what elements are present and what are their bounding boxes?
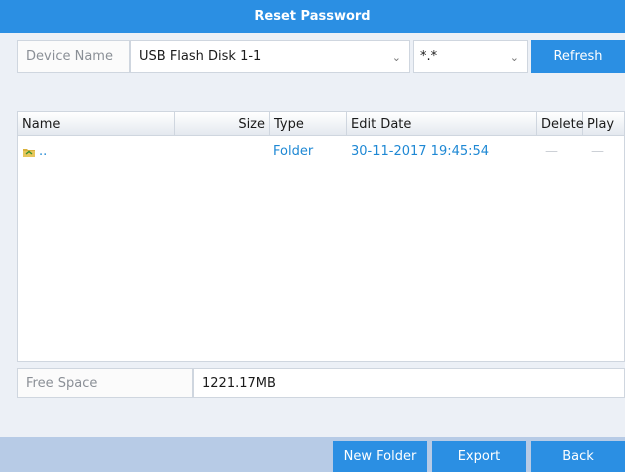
row-edit-date-cell: 30-11-2017 19:45:54 (351, 143, 490, 159)
col-header-edit-date[interactable]: Edit Date (347, 112, 537, 136)
row-play-cell[interactable]: — (591, 140, 621, 162)
free-space-label: Free Space (17, 368, 193, 398)
chevron-down-icon: ⌄ (391, 51, 401, 64)
col-header-delete[interactable]: Delete (537, 112, 584, 136)
table-header: Name Size Type Edit Date Delete Play (18, 112, 624, 136)
col-header-type[interactable]: Type (269, 112, 347, 136)
row-delete-cell[interactable]: — (545, 140, 575, 162)
row-name-cell[interactable]: .. (23, 140, 173, 162)
dialog-title: Reset Password (0, 0, 625, 33)
col-header-play[interactable]: Play (583, 112, 625, 136)
file-table: Name Size Type Edit Date Delete Play .. … (17, 111, 625, 362)
new-folder-button[interactable]: New Folder (333, 441, 427, 472)
device-name-value: USB Flash Disk 1-1 (139, 49, 262, 64)
device-name-label: Device Name (17, 40, 130, 73)
chevron-down-icon: ⌄ (509, 51, 519, 64)
refresh-button[interactable]: Refresh (531, 40, 625, 73)
file-filter-value: *.* (420, 49, 438, 64)
row-name-text: .. (39, 143, 48, 159)
col-header-name[interactable]: Name (18, 112, 175, 136)
free-space-value: 1221.17MB (193, 368, 625, 398)
device-name-select[interactable]: USB Flash Disk 1-1 ⌄ (130, 40, 410, 73)
file-filter-select[interactable]: *.* ⌄ (413, 40, 528, 73)
export-button[interactable]: Export (432, 441, 526, 472)
back-button[interactable]: Back (531, 441, 625, 472)
row-type-cell: Folder (273, 143, 314, 159)
col-header-size[interactable]: Size (175, 112, 269, 136)
folder-up-icon (23, 148, 35, 157)
table-row[interactable]: .. Folder 30-11-2017 19:45:54 — — (18, 140, 624, 162)
